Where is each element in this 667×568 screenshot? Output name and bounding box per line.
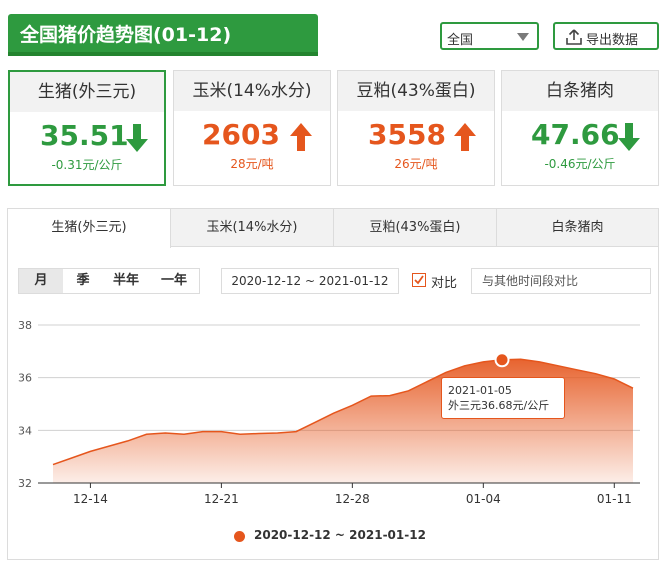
card-change: 26元/吨 <box>394 157 438 171</box>
card-soybean-meal[interactable]: 豆粕(43%蛋白) 3558 26元/吨 <box>337 70 495 186</box>
export-data-button[interactable]: 导出数据 <box>553 22 659 50</box>
tab-soybean-meal[interactable]: 豆粕(43%蛋白) <box>334 209 497 247</box>
card-price: 2603 <box>202 118 280 151</box>
period-year-button[interactable]: 一年 <box>149 269 199 293</box>
tooltip-value: 外三元36.68元/公斤 <box>448 399 550 412</box>
card-title: 玉米(14%水分) <box>174 71 330 111</box>
period-selector: 月 季 半年 一年 <box>18 268 200 294</box>
region-select[interactable]: 全国 <box>440 22 539 50</box>
region-select-value: 全国 <box>447 33 474 48</box>
period-month-button[interactable]: 月 <box>19 269 63 293</box>
card-change: -0.46元/公斤 <box>544 157 616 171</box>
tab-live-hog[interactable]: 生猪(外三元) <box>8 209 171 248</box>
card-title: 豆粕(43%蛋白) <box>338 71 494 111</box>
legend-swatch <box>234 531 245 542</box>
card-change: 28元/吨 <box>230 157 274 171</box>
card-title: 白条猪肉 <box>502 71 658 111</box>
card-corn[interactable]: 玉米(14%水分) 2603 28元/吨 <box>173 70 331 186</box>
card-price: 47.66 <box>531 118 620 151</box>
card-pork[interactable]: 白条猪肉 47.66 -0.46元/公斤 <box>501 70 659 186</box>
page-title: 全国猪价趋势图(01-12) <box>20 24 232 46</box>
card-price: 35.51 <box>40 119 129 152</box>
card-change: -0.31元/公斤 <box>51 158 123 172</box>
arrow-up-icon <box>454 123 476 151</box>
card-title: 生猪(外三元) <box>10 72 164 112</box>
arrow-up-icon <box>290 123 312 151</box>
page-title-bar: 全国猪价趋势图(01-12) <box>8 14 318 56</box>
date-range-input[interactable]: 2020-12-12 ~ 2021-01-12 <box>221 268 399 294</box>
tab-corn[interactable]: 玉米(14%水分) <box>171 209 334 247</box>
export-data-label: 导出数据 <box>586 33 639 48</box>
period-half-year-button[interactable]: 半年 <box>103 269 149 293</box>
arrow-down-icon <box>618 123 640 151</box>
compare-label: 对比 <box>431 276 458 291</box>
upload-icon <box>566 29 582 45</box>
card-price: 3558 <box>368 118 446 151</box>
tab-pork[interactable]: 白条猪肉 <box>497 209 658 247</box>
tab-bar: 生猪(外三元) 玉米(14%水分) 豆粕(43%蛋白) 白条猪肉 <box>8 209 658 248</box>
legend-label: 2020-12-12 ~ 2021-01-12 <box>254 528 426 542</box>
chart-tooltip: 2021-01-05 外三元36.68元/公斤 <box>441 377 565 419</box>
tooltip-date: 2021-01-05 <box>448 384 512 397</box>
check-icon <box>414 275 424 285</box>
period-quarter-button[interactable]: 季 <box>63 269 103 293</box>
card-live-hog[interactable]: 生猪(外三元) 35.51 -0.31元/公斤 <box>8 70 166 186</box>
caret-down-icon <box>517 33 529 41</box>
compare-period-input[interactable]: 与其他时间段对比 <box>471 268 651 294</box>
arrow-down-icon <box>126 124 148 152</box>
compare-checkbox[interactable] <box>412 273 426 287</box>
